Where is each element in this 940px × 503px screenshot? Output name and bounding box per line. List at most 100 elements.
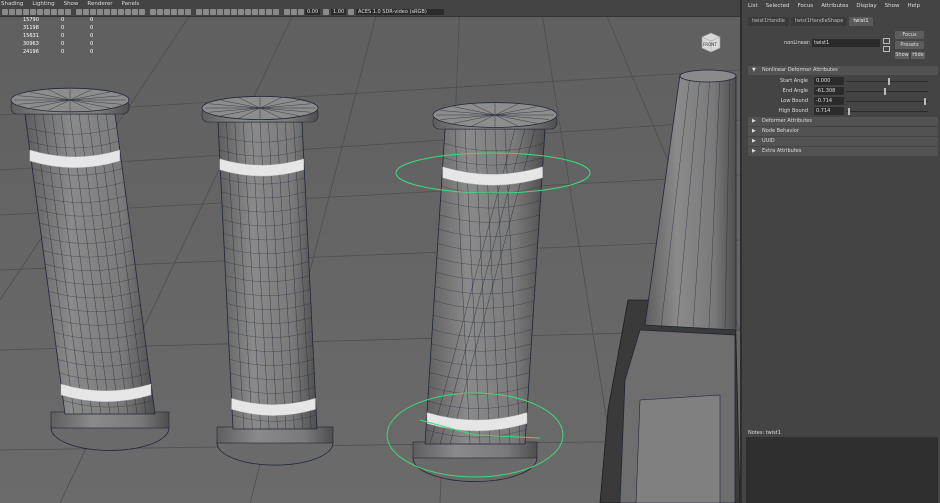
view-cube[interactable]: FRONT bbox=[700, 31, 722, 53]
toolbar-tool-icon[interactable] bbox=[30, 9, 36, 15]
section-label: Nonlinear Deformer Attributes bbox=[762, 67, 838, 73]
toolbar-tool-icon[interactable] bbox=[273, 9, 279, 15]
toolbar-tool-icon[interactable] bbox=[284, 9, 290, 15]
toolbar-tool-icon[interactable] bbox=[104, 9, 110, 15]
section-nonlinear-deformer-attributes[interactable]: ▼ Nonlinear Deformer Attributes bbox=[748, 66, 938, 75]
high-bound-field[interactable]: 0.714 bbox=[814, 107, 844, 115]
menu-show-ae[interactable]: Show bbox=[885, 3, 900, 9]
menu-show[interactable]: Show bbox=[64, 1, 79, 7]
section-uuid[interactable]: ▶ UUID bbox=[748, 137, 938, 146]
presets-button[interactable]: Presets bbox=[895, 41, 924, 49]
menu-attributes[interactable]: Attributes bbox=[821, 3, 848, 9]
hide-button[interactable]: Hide bbox=[911, 52, 925, 59]
slider-handle[interactable] bbox=[883, 88, 886, 95]
toolbar-tool-icon[interactable] bbox=[58, 9, 64, 15]
section-label: UUID bbox=[762, 138, 775, 144]
focus-button[interactable]: Focus bbox=[895, 31, 924, 39]
toolbar-tool-icon[interactable] bbox=[76, 9, 82, 15]
tab-twist1[interactable]: twist1 bbox=[849, 17, 873, 26]
toolbar-tool-icon[interactable] bbox=[252, 9, 258, 15]
expand-arrow-icon: ▶ bbox=[752, 148, 756, 154]
section-label: Extra Attributes bbox=[762, 148, 802, 154]
toolbar-tool-icon[interactable] bbox=[44, 9, 50, 15]
toolbar-tool-icon[interactable] bbox=[90, 9, 96, 15]
exposure-field[interactable]: 0.00 bbox=[305, 9, 320, 15]
section-node-behavior[interactable]: ▶ Node Behavior bbox=[748, 127, 938, 136]
viewport-toolbar: 0.00 1.00 ACES 1.0 SDR-video (sRGB) bbox=[0, 8, 740, 17]
toolbar-tool-icon[interactable] bbox=[23, 9, 29, 15]
toolbar-tool-icon[interactable] bbox=[178, 9, 184, 15]
toolbar-tool-icon[interactable] bbox=[231, 9, 237, 15]
view-cube-label: FRONT bbox=[703, 42, 717, 47]
toolbar-tool-icon[interactable] bbox=[132, 9, 138, 15]
menu-renderer[interactable]: Renderer bbox=[87, 1, 112, 7]
toolbar-tool-icon[interactable] bbox=[118, 9, 124, 15]
show-button[interactable]: Show bbox=[895, 52, 909, 59]
slider-handle[interactable] bbox=[923, 98, 926, 105]
toolbar-tool-icon[interactable] bbox=[9, 9, 15, 15]
high-bound-slider[interactable] bbox=[846, 108, 928, 115]
menu-shading[interactable]: Shading bbox=[1, 1, 23, 7]
node-name-field[interactable] bbox=[812, 39, 880, 47]
section-extra-attributes[interactable]: ▶ Extra Attributes bbox=[748, 147, 938, 156]
gamma-field[interactable]: 1.00 bbox=[331, 9, 346, 15]
menu-selected[interactable]: Selected bbox=[766, 3, 790, 9]
viewport-scene[interactable] bbox=[0, 0, 740, 503]
low-bound-field[interactable]: -0.714 bbox=[814, 97, 844, 105]
toolbar-tool-icon[interactable] bbox=[164, 9, 170, 15]
toolbar-tool-icon[interactable] bbox=[2, 9, 8, 15]
toolbar-tool-icon[interactable] bbox=[16, 9, 22, 15]
attr-high-bound: High Bound 0.714 bbox=[742, 107, 938, 116]
end-angle-slider[interactable] bbox=[846, 88, 928, 95]
start-angle-slider[interactable] bbox=[846, 78, 928, 85]
menu-display[interactable]: Display bbox=[856, 3, 876, 9]
toolbar-tool-icon[interactable] bbox=[97, 9, 103, 15]
toolbar-tool-icon[interactable] bbox=[266, 9, 272, 15]
menu-help[interactable]: Help bbox=[907, 3, 920, 9]
toolbar-tool-icon[interactable] bbox=[203, 9, 209, 15]
slider-handle[interactable] bbox=[848, 108, 851, 115]
copy-tab-icon[interactable] bbox=[883, 46, 890, 52]
toolbar-tool-icon[interactable] bbox=[65, 9, 71, 15]
toolbar-tool-icon[interactable] bbox=[157, 9, 163, 15]
section-deformer-attributes[interactable]: ▶ Deformer Attributes bbox=[748, 117, 938, 126]
toolbar-tool-icon[interactable] bbox=[348, 9, 354, 15]
end-angle-field[interactable]: -61.308 bbox=[814, 87, 844, 95]
toolbar-tool-icon[interactable] bbox=[217, 9, 223, 15]
toolbar-tool-icon[interactable] bbox=[111, 9, 117, 15]
low-bound-slider[interactable] bbox=[846, 98, 928, 105]
tab-twist1handle[interactable]: twist1Handle bbox=[748, 17, 789, 26]
menu-list[interactable]: List bbox=[748, 3, 758, 9]
toolbar-tool-icon[interactable] bbox=[224, 9, 230, 15]
toolbar-tool-icon[interactable] bbox=[171, 9, 177, 15]
viewport-panel[interactable]: Shading Lighting Show Renderer Panels 0.… bbox=[0, 0, 740, 503]
colorspace-dropdown[interactable]: ACES 1.0 SDR-video (sRGB) bbox=[356, 9, 444, 15]
pedestal-face bbox=[635, 394, 721, 503]
toolbar-tool-icon[interactable] bbox=[291, 9, 297, 15]
toolbar-tool-icon[interactable] bbox=[259, 9, 265, 15]
toolbar-tool-icon[interactable] bbox=[139, 9, 145, 15]
toolbar-tool-icon[interactable] bbox=[298, 9, 304, 15]
attribute-editor: List Selected Focus Attributes Display S… bbox=[740, 0, 940, 503]
start-angle-field[interactable]: 0.000 bbox=[814, 77, 844, 85]
menu-panels[interactable]: Panels bbox=[122, 1, 140, 7]
toolbar-tool-icon[interactable] bbox=[210, 9, 216, 15]
toolbar-tool-icon[interactable] bbox=[238, 9, 244, 15]
toolbar-tool-icon[interactable] bbox=[150, 9, 156, 15]
notes-textarea[interactable] bbox=[746, 437, 938, 503]
select-node-icon[interactable] bbox=[883, 38, 890, 44]
toolbar-tool-icon[interactable] bbox=[245, 9, 251, 15]
toolbar-tool-icon[interactable] bbox=[37, 9, 43, 15]
toolbar-tool-icon[interactable] bbox=[83, 9, 89, 15]
toolbar-tool-icon[interactable] bbox=[185, 9, 191, 15]
attr-start-angle: Start Angle 0.000 bbox=[742, 77, 938, 86]
menu-lighting[interactable]: Lighting bbox=[32, 1, 54, 7]
toolbar-tool-icon[interactable] bbox=[51, 9, 57, 15]
hud-row: 15631 0 0 bbox=[23, 33, 94, 39]
slider-handle[interactable] bbox=[887, 78, 890, 85]
toolbar-tool-icon[interactable] bbox=[323, 9, 329, 15]
tab-twist1handleshape[interactable]: twist1HandleShape bbox=[790, 17, 848, 26]
toolbar-tool-icon[interactable] bbox=[196, 9, 202, 15]
toolbar-tool-icon[interactable] bbox=[125, 9, 131, 15]
menu-focus[interactable]: Focus bbox=[797, 3, 813, 9]
